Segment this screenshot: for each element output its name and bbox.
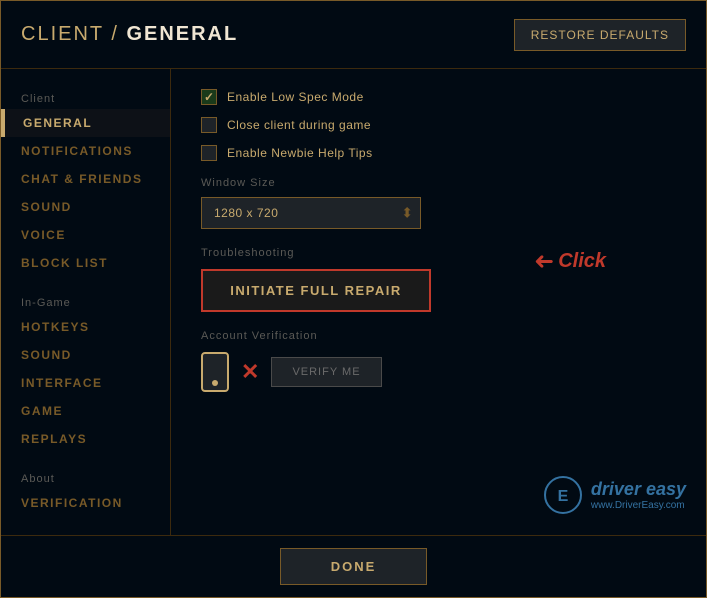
checkbox-newbie-tips[interactable] <box>201 145 217 161</box>
svg-text:E: E <box>558 488 569 505</box>
sidebar-section-ingame: In-Game <box>1 289 170 313</box>
page-title: CLIENT / GENERAL <box>21 23 238 46</box>
sidebar-item-sound-ingame[interactable]: SOUND <box>1 341 170 369</box>
phone-icon <box>201 352 229 392</box>
checkbox-row-low-spec: ✓ Enable Low Spec Mode <box>201 89 676 105</box>
sidebar: Client GENERAL NOTIFICATIONS CHAT & FRIE… <box>1 69 171 535</box>
sidebar-item-voice[interactable]: VOICE <box>1 221 170 249</box>
sidebar-section-about: About <box>1 465 170 489</box>
sidebar-item-game[interactable]: GAME <box>1 397 170 425</box>
sidebar-item-chat-friends[interactable]: CHAT & FRIENDS <box>1 165 170 193</box>
sidebar-item-block-list[interactable]: BLOCK LIST <box>1 249 170 277</box>
checkbox-newbie-tips-label: Enable Newbie Help Tips <box>227 146 373 160</box>
checkbox-low-spec-label: Enable Low Spec Mode <box>227 90 364 104</box>
restore-defaults-button[interactable]: Restore Defaults <box>514 19 686 51</box>
checkbox-low-spec[interactable]: ✓ <box>201 89 217 105</box>
title-bold: GENERAL <box>126 23 238 45</box>
verification-row: ✕ Verify Me <box>201 352 676 392</box>
window-size-label: Window Size <box>201 177 676 189</box>
driver-easy-logo-icon: E <box>543 475 583 515</box>
check-mark: ✓ <box>204 90 214 104</box>
checkbox-row-close-client: Close client during game <box>201 117 676 133</box>
click-annotation: ➜ Click <box>534 247 606 276</box>
header: CLIENT / GENERAL Restore Defaults <box>1 1 706 69</box>
watermark-brand: driver easy <box>591 479 686 500</box>
checkbox-row-newbie-tips: Enable Newbie Help Tips <box>201 145 676 161</box>
sidebar-item-hotkeys[interactable]: HOTKEYS <box>1 313 170 341</box>
main-content: Client GENERAL NOTIFICATIONS CHAT & FRIE… <box>1 69 706 535</box>
watermark-text: driver easy www.DriverEasy.com <box>591 479 686 511</box>
watermark-url: www.DriverEasy.com <box>591 500 686 511</box>
sidebar-item-replays[interactable]: REPLAYS <box>1 425 170 453</box>
app-container: CLIENT / GENERAL Restore Defaults Client… <box>0 0 707 598</box>
sidebar-section-client: Client <box>1 85 170 109</box>
sidebar-item-sound[interactable]: SOUND <box>1 193 170 221</box>
sidebar-item-interface[interactable]: INTERFACE <box>1 369 170 397</box>
window-size-dropdown[interactable]: 1280 x 720 1920 x 1080 1366 x 768 1024 x… <box>201 197 421 229</box>
x-icon: ✕ <box>241 359 259 385</box>
title-prefix: CLIENT / <box>21 23 126 45</box>
footer: DONE <box>1 535 706 597</box>
sidebar-item-verification[interactable]: VERIFICATION <box>1 489 170 517</box>
arrow-icon: ➜ <box>534 247 554 276</box>
window-size-dropdown-container: 1280 x 720 1920 x 1080 1366 x 768 1024 x… <box>201 197 421 229</box>
done-button[interactable]: DONE <box>280 548 428 585</box>
click-label: Click <box>558 250 606 273</box>
verify-me-button[interactable]: Verify Me <box>271 357 381 387</box>
sidebar-item-general[interactable]: GENERAL <box>1 109 170 137</box>
account-verification-label: Account Verification <box>201 330 676 342</box>
checkbox-close-client-label: Close client during game <box>227 118 371 132</box>
sidebar-item-notifications[interactable]: NOTIFICATIONS <box>1 137 170 165</box>
initiate-full-repair-button[interactable]: Initiate Full Repair <box>201 269 431 312</box>
checkbox-close-client[interactable] <box>201 117 217 133</box>
watermark: E driver easy www.DriverEasy.com <box>543 475 686 515</box>
content-area: ✓ Enable Low Spec Mode Close client duri… <box>171 69 706 535</box>
